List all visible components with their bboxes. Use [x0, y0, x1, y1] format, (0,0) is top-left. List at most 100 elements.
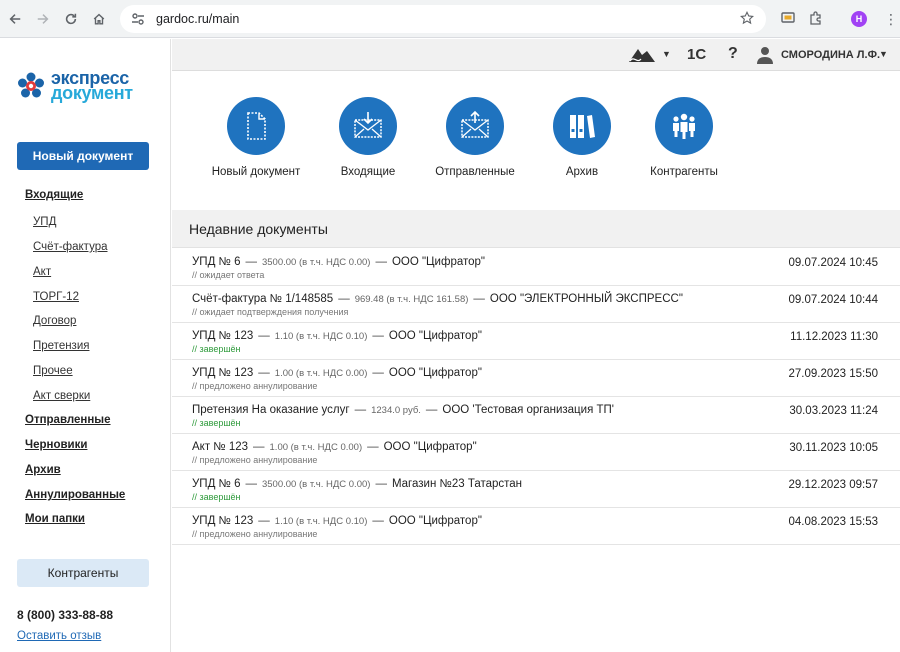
document-status: // ожидает ответа	[192, 270, 265, 280]
document-summary[interactable]: УПД № 123 — 1.00 (в т.ч. НДС 0.00) — ООО "Ци…	[192, 367, 482, 379]
contragents-circle[interactable]	[655, 97, 713, 155]
sidebar-item-10[interactable]: Отправленные	[25, 414, 111, 426]
sidebar-item-9[interactable]: Акт сверки	[33, 390, 90, 402]
quick-action-label: Новый документ	[211, 166, 301, 178]
document-summary[interactable]: УПД № 6 — 3500.00 (в т.ч. НДС 0.00) — ООО "Ц…	[192, 256, 485, 268]
inbox-circle[interactable]	[339, 97, 397, 155]
separator: —	[367, 441, 379, 453]
new-document-icon	[247, 112, 266, 140]
recent-documents-title: Недавние документы	[189, 221, 328, 237]
quick-action-label: Входящие	[340, 166, 396, 178]
quick-action-new-document[interactable]: Новый документ	[201, 97, 311, 178]
table-row[interactable]: УПД № 123 — 1.00 (в т.ч. НДС 0.00) — ООО "Ци…	[172, 360, 900, 397]
browser-toolbar: gardoc.ru/main Н ⋮	[0, 0, 900, 38]
table-row[interactable]: Претензия На оказание услуг — 1234.0 руб. —…	[172, 397, 900, 434]
separator: —	[375, 478, 387, 490]
table-row[interactable]: УПД № 123 — 1.10 (в т.ч. НДС 0.10) — ООО "Ци…	[172, 508, 900, 545]
logo-text: экспресс документ	[51, 69, 133, 102]
user-icon[interactable]	[756, 46, 774, 64]
site-settings-icon[interactable]	[130, 11, 146, 27]
document-name: Счёт-фактура № 1/148585	[192, 293, 334, 305]
feedback-link[interactable]: Оставить отзыв	[17, 630, 101, 642]
url-text[interactable]: gardoc.ru/main	[156, 12, 239, 26]
document-amount: 1234.0 руб.	[371, 405, 421, 416]
support-phone: 8 (800) 333-88-88	[17, 608, 114, 622]
document-date: 09.07.2024 10:45	[788, 257, 878, 269]
reload-icon[interactable]	[60, 8, 82, 30]
table-row[interactable]: Счёт-фактура № 1/148585 — 969.48 (в т.ч. Н…	[172, 286, 900, 323]
document-amount: 1.00 (в т.ч. НДС 0.00)	[269, 442, 363, 453]
separator: —	[245, 256, 257, 268]
document-summary[interactable]: УПД № 6 — 3500.00 (в т.ч. НДС 0.00) — Магази…	[192, 478, 522, 490]
document-date: 30.03.2023 11:24	[789, 405, 878, 417]
sidebar-item-1[interactable]: Входящие	[25, 189, 83, 201]
separator: —	[245, 478, 257, 490]
document-counterparty: ООО "ЭЛЕКТРОННЫЙ ЭКСПРЕСС"	[489, 293, 683, 305]
document-summary[interactable]: Акт № 123 — 1.00 (в т.ч. НДС 0.00) — ООО "Ци…	[192, 441, 477, 453]
cast-icon[interactable]	[780, 10, 796, 26]
separator: —	[258, 515, 270, 527]
back-arrow-icon[interactable]	[4, 8, 26, 30]
separator: —	[375, 256, 387, 268]
brand-logo[interactable]: экспресс документ	[16, 69, 133, 102]
document-amount: 1.10 (в т.ч. НДС 0.10)	[274, 516, 368, 527]
sidebar-item-4[interactable]: Акт	[33, 266, 51, 278]
table-row[interactable]: УПД № 123 — 1.10 (в т.ч. НДС 0.10) — ООО "Ци…	[172, 323, 900, 360]
browser-menu-icon[interactable]: ⋮	[884, 10, 898, 28]
separator: —	[258, 367, 270, 379]
sidebar-item-7[interactable]: Претензия	[33, 340, 89, 352]
sidebar-item-11[interactable]: Черновики	[25, 439, 87, 451]
quick-action-contragents[interactable]: Контрагенты	[629, 97, 739, 178]
document-name: УПД № 6	[192, 256, 241, 268]
new-document-circle[interactable]	[227, 97, 285, 155]
separator: —	[354, 404, 367, 416]
recent-documents-header: Недавние документы	[172, 210, 900, 248]
document-amount: 969.48 (в т.ч. НДС 161.58)	[354, 294, 469, 305]
sidebar-item-13[interactable]: Аннулированные	[25, 489, 125, 501]
table-row[interactable]: УПД № 6 — 3500.00 (в т.ч. НДС 0.00) — Магази…	[172, 471, 900, 508]
home-icon[interactable]	[88, 8, 110, 30]
forward-arrow-icon[interactable]	[32, 8, 54, 30]
sidebar-item-3[interactable]: Счёт-фактура	[33, 241, 108, 253]
sidebar-item-8[interactable]: Прочее	[33, 365, 73, 377]
table-row[interactable]: УПД № 6 — 3500.00 (в т.ч. НДС 0.00) — ООО "Ц…	[172, 249, 900, 286]
document-summary[interactable]: УПД № 123 — 1.10 (в т.ч. НДС 0.10) — ООО "Ци…	[192, 515, 482, 527]
archive-circle[interactable]	[553, 97, 611, 155]
contragents-icon	[673, 113, 695, 139]
document-summary[interactable]: Счёт-фактура № 1/148585 — 969.48 (в т.ч. Н…	[192, 293, 683, 305]
user-dropdown-caret-icon[interactable]: ▼	[879, 49, 888, 59]
quick-action-inbox[interactable]: Входящие	[313, 97, 423, 178]
help-button[interactable]: ?	[728, 45, 738, 63]
onec-integration-button[interactable]: 1С	[687, 46, 706, 63]
quick-action-label: Архив	[565, 166, 599, 178]
signature-dropdown-caret-icon[interactable]: ▼	[662, 49, 671, 59]
document-counterparty: ООО 'Тестовая организация ТП'	[442, 404, 614, 416]
sidebar-item-5[interactable]: ТОРГ-12	[33, 291, 79, 303]
table-row[interactable]: Акт № 123 — 1.00 (в т.ч. НДС 0.00) — ООО "Ци…	[172, 434, 900, 471]
sidebar-item-2[interactable]: УПД	[33, 216, 56, 228]
document-counterparty: ООО "Цифратор"	[388, 515, 482, 527]
document-status: // завершён	[192, 344, 241, 354]
extensions-puzzle-icon[interactable]	[808, 10, 824, 26]
separator: —	[372, 515, 384, 527]
document-summary[interactable]: УПД № 123 — 1.10 (в т.ч. НДС 0.10) — ООО "Ци…	[192, 330, 482, 342]
document-date: 04.08.2023 15:53	[788, 516, 878, 528]
quick-action-outbox[interactable]: Отправленные	[420, 97, 530, 178]
bookmark-star-icon[interactable]	[740, 11, 754, 25]
address-bar[interactable]: gardoc.ru/main	[120, 5, 766, 33]
document-summary[interactable]: Претензия На оказание услуг — 1234.0 руб. —…	[192, 404, 614, 416]
sidebar-item-14[interactable]: Мои папки	[25, 513, 85, 525]
sidebar-item-12[interactable]: Архив	[25, 464, 61, 476]
document-date: 09.07.2024 10:44	[788, 294, 878, 306]
signature-icon[interactable]	[628, 46, 656, 64]
sidebar-item-6[interactable]: Договор	[33, 315, 76, 327]
new-document-button[interactable]: Новый документ	[17, 142, 149, 170]
contragents-button[interactable]: Контрагенты	[17, 559, 149, 587]
outbox-circle[interactable]	[446, 97, 504, 155]
user-name[interactable]: СМОРОДИНА Л.Ф.	[781, 49, 880, 61]
quick-action-archive[interactable]: Архив	[527, 97, 637, 178]
profile-avatar[interactable]: Н	[851, 11, 867, 27]
separator: —	[372, 330, 384, 342]
logo-mark-icon	[18, 72, 44, 98]
document-name: Акт № 123	[192, 441, 249, 453]
